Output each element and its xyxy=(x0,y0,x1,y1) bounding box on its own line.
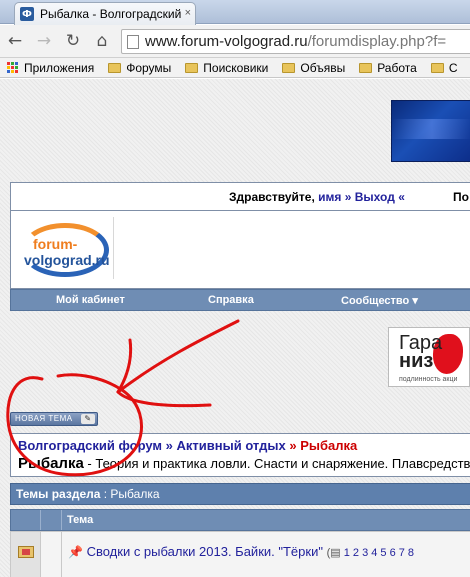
threads-header-bold: Темы раздела xyxy=(16,487,101,501)
bookmark-apps[interactable]: Приложения xyxy=(7,61,94,75)
page-icon xyxy=(127,34,139,49)
separator: « xyxy=(398,190,405,204)
forward-arrow-icon[interactable]: → xyxy=(33,30,55,52)
page-stack-icon: ▤ xyxy=(330,547,341,559)
column-icon xyxy=(42,510,62,530)
ad-banner[interactable]: Гара низ подлинность акци xyxy=(388,327,470,387)
breadcrumb-root-link[interactable]: Волгоградский форум xyxy=(18,438,162,453)
breadcrumb-separator: » xyxy=(162,438,177,453)
thread-status-cell xyxy=(11,532,41,577)
logo-area: forum- volgograd.ru xyxy=(10,210,470,289)
thread-status-icon xyxy=(18,546,34,558)
header-banner-image xyxy=(391,100,470,162)
nav-community[interactable]: Сообщество ▾ xyxy=(341,294,418,307)
tab-close-icon[interactable]: × xyxy=(185,7,191,19)
tab-title: Рыбалка - Волгоградский xyxy=(40,7,182,21)
breadcrumb-level2-link[interactable]: Активный отдых xyxy=(177,438,286,453)
breadcrumb-separator: » xyxy=(285,438,301,453)
address-bar[interactable]: www.forum-volgograd.ru/forumdisplay.php?… xyxy=(121,29,470,54)
thread-icon-cell xyxy=(42,532,62,577)
sticky-pin-icon: 📌 xyxy=(68,545,83,559)
folder-icon xyxy=(430,62,444,73)
bookmark-folder[interactable]: Объявы xyxy=(282,61,345,75)
browser-toolbar: ← → ↻ ⌂ www.forum-volgograd.ru/forumdisp… xyxy=(0,25,470,58)
greeting-text: Здравствуйте, xyxy=(229,190,315,204)
forum-title: Рыбалка xyxy=(18,455,84,472)
bookmark-label: Работа xyxy=(377,60,417,75)
folder-icon xyxy=(359,62,373,73)
separator: » xyxy=(344,190,352,204)
forum-description: Рыбалка - Теория и практика ловли. Снаст… xyxy=(18,455,470,472)
browser-tab[interactable]: Ф Рыбалка - Волгоградский × xyxy=(14,2,196,25)
forum-subtitle: - Теория и практика ловли. Снасти и снар… xyxy=(83,456,470,471)
bookmark-folder[interactable]: С xyxy=(430,60,458,75)
logo-text-line1: forum- xyxy=(33,236,78,252)
main-navbar: Мой кабинет Справка Сообщество ▾ xyxy=(10,289,470,311)
site-logo[interactable]: forum- volgograd.ru xyxy=(18,217,114,279)
greeting: Здравствуйте, имя » Выход « xyxy=(229,190,405,204)
browser-tab-strip: Ф Рыбалка - Волгоградский × xyxy=(0,0,470,25)
column-status xyxy=(11,510,41,530)
url-text[interactable]: www.forum-volgograd.ru/forumdisplay.php?… xyxy=(145,33,446,50)
breadcrumb-current[interactable]: Рыбалка xyxy=(300,438,357,453)
thread-title: 📌 Сводки с рыбалки 2013. Байки. "Тёрки" … xyxy=(68,544,414,559)
breadcrumb-box: Волгоградский форум » Активный отдых » Р… xyxy=(10,433,470,477)
logo-text-line2: volgograd.ru xyxy=(24,252,110,268)
bookmark-folder[interactable]: Работа xyxy=(359,61,417,75)
logout-link[interactable]: Выход xyxy=(355,190,395,204)
url-host: www.forum-volgograd.ru xyxy=(145,33,308,50)
home-icon[interactable]: ⌂ xyxy=(91,30,113,52)
threads-column-header: Тема xyxy=(10,509,470,531)
new-topic-label: НОВАЯ ТЕМА xyxy=(15,414,73,423)
pencil-icon: ✎ xyxy=(81,414,95,424)
thread-row: 📌 Сводки с рыбалки 2013. Байки. "Тёрки" … xyxy=(10,531,470,577)
welcome-bar: Здравствуйте, имя » Выход « По xyxy=(10,182,470,210)
nav-help[interactable]: Справка xyxy=(208,294,254,306)
page-links[interactable]: 1 2 3 4 5 6 7 8 xyxy=(344,547,414,559)
header-right-cut[interactable]: По xyxy=(453,190,469,204)
breadcrumb: Волгоградский форум » Активный отдых » Р… xyxy=(18,438,357,453)
column-topic-label[interactable]: Тема xyxy=(67,514,93,526)
new-topic-button[interactable]: НОВАЯ ТЕМА ✎ xyxy=(10,412,98,426)
bookmark-label: Форумы xyxy=(126,60,172,75)
bookmark-label: Объявы xyxy=(300,60,346,75)
threads-section-header: Темы раздела : Рыбалка xyxy=(10,483,470,505)
threads-header-rest: : Рыбалка xyxy=(100,487,160,501)
thread-pages: (▤ 1 2 3 4 5 6 7 8 xyxy=(327,547,414,559)
folder-icon xyxy=(108,62,122,73)
ad-text-line3: подлинность акци xyxy=(399,376,458,383)
bookmark-folder[interactable]: Форумы xyxy=(108,61,171,75)
page-content: Здравствуйте, имя » Выход « По forum- vo… xyxy=(0,79,470,577)
back-arrow-icon[interactable]: ← xyxy=(4,30,26,52)
bookmark-label: Поисковики xyxy=(203,60,269,75)
site-favicon-icon: Ф xyxy=(20,7,34,21)
nav-my-cabinet[interactable]: Мой кабинет xyxy=(56,294,125,306)
user-name-link[interactable]: имя xyxy=(318,190,341,204)
bookmark-label: С xyxy=(448,60,458,75)
folder-icon xyxy=(282,62,296,73)
ad-text-line2: низ xyxy=(399,350,434,372)
apps-grid-icon xyxy=(7,61,19,74)
url-path: /forumdisplay.php?f= xyxy=(307,33,447,50)
bookmark-label: Приложения xyxy=(24,60,95,75)
reload-icon[interactable]: ↻ xyxy=(62,30,84,52)
folder-icon xyxy=(185,62,199,73)
bookmark-folder[interactable]: Поисковики xyxy=(185,61,268,75)
thread-title-link[interactable]: Сводки с рыбалки 2013. Байки. "Тёрки" xyxy=(87,544,323,559)
bookmarks-bar: Приложения Форумы Поисковики Объявы Рабо… xyxy=(0,58,470,78)
